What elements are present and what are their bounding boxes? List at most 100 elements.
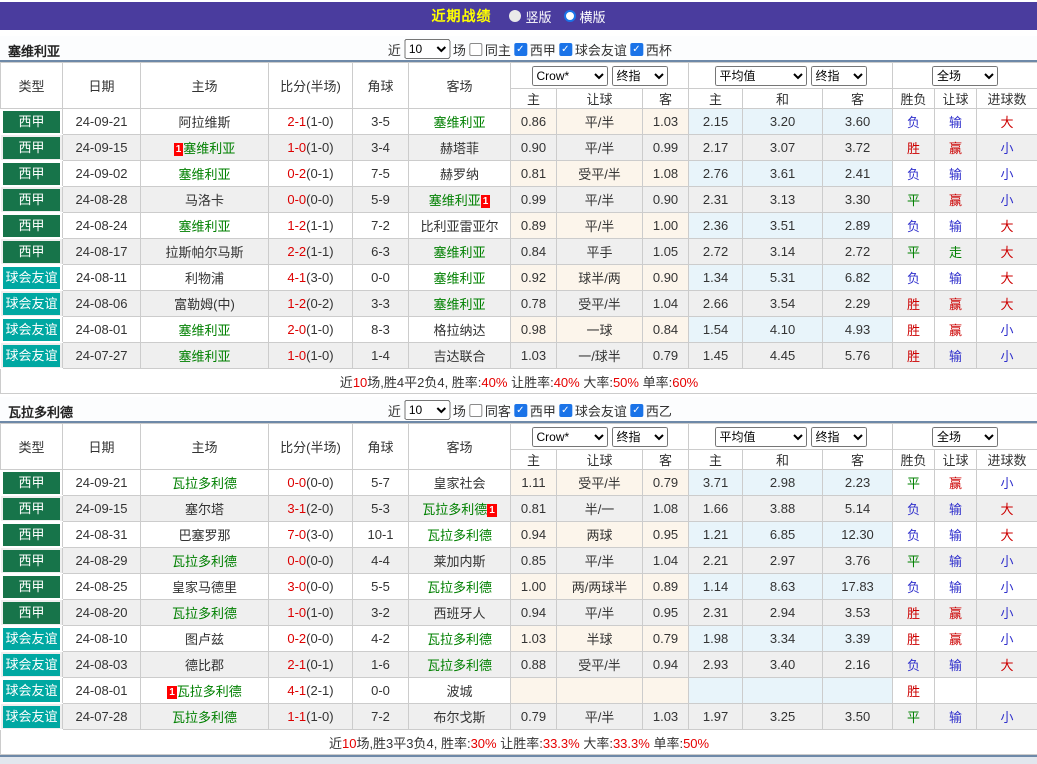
- odds-company-select[interactable]: Crow*: [532, 427, 608, 447]
- team-name-link[interactable]: 西班牙人: [433, 606, 485, 621]
- team-name-link[interactable]: 瓦拉多利德: [172, 554, 237, 569]
- team-name-link[interactable]: 赫罗纳: [440, 167, 479, 182]
- team-name-link[interactable]: 塞尔塔: [185, 502, 224, 517]
- fulltime-select[interactable]: 全场: [932, 427, 998, 447]
- team-name-link[interactable]: 德比郡: [185, 658, 224, 673]
- halftime-score: (0-2): [306, 296, 333, 311]
- same-venue-checkbox[interactable]: [469, 404, 482, 417]
- odds-final-select[interactable]: 终指: [612, 66, 668, 86]
- league-filter-checkbox[interactable]: [514, 43, 527, 56]
- section-header: 塞维利亚 近10场同主西甲球会友谊西杯: [0, 36, 1037, 62]
- recent-count-select[interactable]: 10: [404, 39, 450, 59]
- league-filter-checkbox[interactable]: [630, 404, 643, 417]
- fulltime-score: 2-0: [287, 322, 306, 337]
- team-name-link[interactable]: 吉达联合: [433, 349, 485, 364]
- avg-home-cell: 1.54: [689, 317, 743, 343]
- avg-away-cell: 3.39: [823, 626, 893, 652]
- team-name-link[interactable]: 瓦拉多利德: [427, 580, 492, 595]
- team-name-link[interactable]: 塞维利亚: [178, 349, 230, 364]
- team-name-link[interactable]: 格拉纳达: [433, 323, 485, 338]
- sub-avg-draw-header: 和: [743, 89, 823, 109]
- avg-final-select[interactable]: 终指: [811, 427, 867, 447]
- team-name-link[interactable]: 富勒姆(中): [174, 297, 235, 312]
- team-name-link[interactable]: 瓦拉多利德: [172, 606, 237, 621]
- team-name-link[interactable]: 塞维利亚: [433, 245, 485, 260]
- league-filter-checkbox[interactable]: [514, 404, 527, 417]
- odds-company-select[interactable]: Crow*: [532, 66, 608, 86]
- result-handicap-cell: 赢: [935, 317, 977, 343]
- avg-draw-cell: 3.25: [743, 704, 823, 730]
- team-name-link[interactable]: 波城: [446, 684, 472, 699]
- radio-vertical[interactable]: 竖版: [509, 7, 551, 26]
- team-name-link[interactable]: 马洛卡: [185, 193, 224, 208]
- league-filter-checkbox[interactable]: [559, 43, 572, 56]
- away-team-cell: 塞维利亚: [409, 109, 511, 135]
- result-wdl-cell: 平: [893, 548, 935, 574]
- score-cell: 1-0(1-0): [269, 135, 353, 161]
- team-name-link[interactable]: 拉斯帕尔马斯: [165, 245, 243, 260]
- team-name-link[interactable]: 赫塔菲: [440, 141, 479, 156]
- team-name-link[interactable]: 皇家马德里: [172, 580, 237, 595]
- result-wdl-cell: 胜: [893, 343, 935, 369]
- radio-unselected-icon[interactable]: [564, 10, 576, 22]
- team-name-link[interactable]: 瓦拉多利德: [427, 658, 492, 673]
- team-name-link[interactable]: 巴塞罗那: [178, 528, 230, 543]
- fulltime-group-header: 全场: [893, 63, 1037, 89]
- match-type-badge: 球会友谊: [3, 345, 60, 367]
- team-name-link[interactable]: 比利亚雷亚尔: [420, 219, 498, 234]
- match-row: 西甲24-08-20瓦拉多利德1-0(1-0)3-2西班牙人0.94平/半0.9…: [1, 600, 1037, 626]
- radio-horizontal[interactable]: 横版: [564, 7, 606, 26]
- team-name-link[interactable]: 皇家社会: [433, 476, 485, 491]
- odds-away-cell: 1.04: [643, 548, 689, 574]
- team-name-link[interactable]: 瓦拉多利德: [172, 476, 237, 491]
- result-goals-cell: 小: [977, 343, 1037, 369]
- team-name-link[interactable]: 瓦拉多利德: [427, 528, 492, 543]
- corner-cell: 4-2: [353, 626, 409, 652]
- team-name-link[interactable]: 塞维利亚: [178, 323, 230, 338]
- league-filter-checkbox[interactable]: [630, 43, 643, 56]
- match-row: 西甲24-09-21瓦拉多利德0-0(0-0)5-7皇家社会1.11受平/半0.…: [1, 470, 1037, 496]
- team-name-link[interactable]: 塞维利亚: [178, 219, 230, 234]
- avg-draw-cell: 3.61: [743, 161, 823, 187]
- result-handicap-cell: 输: [935, 109, 977, 135]
- result-goals-cell: 小: [977, 600, 1037, 626]
- team-name-link[interactable]: 塞维利亚: [433, 115, 485, 130]
- team-name-link[interactable]: 图卢兹: [185, 632, 224, 647]
- results-table: 类型 日期 主场 比分(半场) 角球 客场 Crow*终指 平均值终指 全场 主…: [0, 62, 1037, 394]
- radio-selected-icon[interactable]: [509, 10, 521, 22]
- team-name-link[interactable]: 瓦拉多利德: [427, 632, 492, 647]
- team-name-link[interactable]: 塞维利亚: [433, 297, 485, 312]
- summary-text: 场,胜4平2负4, 胜率:: [367, 375, 481, 390]
- avg-away-cell: 2.29: [823, 291, 893, 317]
- halftime-score: (0-0): [306, 192, 333, 207]
- same-venue-checkbox[interactable]: [469, 43, 482, 56]
- team-name-link[interactable]: 莱加内斯: [433, 554, 485, 569]
- avg-home-cell: 2.76: [689, 161, 743, 187]
- team-name-link[interactable]: 利物浦: [185, 271, 224, 286]
- odds-final-select[interactable]: 终指: [612, 427, 668, 447]
- date-cell: 24-08-20: [63, 600, 141, 626]
- team-name-link[interactable]: 布尔戈斯: [433, 710, 485, 725]
- odds-home-cell: 0.84: [511, 239, 557, 265]
- avg-draw-cell: 2.97: [743, 548, 823, 574]
- team-name-link[interactable]: 塞维利亚: [178, 167, 230, 182]
- avg-final-select[interactable]: 终指: [811, 66, 867, 86]
- date-cell: 24-09-21: [63, 109, 141, 135]
- odds-handicap-cell: 受平/半: [557, 161, 643, 187]
- team-name-link[interactable]: 瓦拉多利德: [177, 684, 242, 699]
- avg-home-cell: 1.97: [689, 704, 743, 730]
- team-name-link[interactable]: 塞维利亚: [429, 193, 481, 208]
- fulltime-select[interactable]: 全场: [932, 66, 998, 86]
- corner-cell: 7-2: [353, 213, 409, 239]
- league-filter-checkbox[interactable]: [559, 404, 572, 417]
- team-name-link[interactable]: 瓦拉多利德: [172, 710, 237, 725]
- recent-count-select[interactable]: 10: [404, 400, 450, 420]
- avg-select[interactable]: 平均值: [715, 66, 807, 86]
- avg-select[interactable]: 平均值: [715, 427, 807, 447]
- avg-home-cell: 1.14: [689, 574, 743, 600]
- team-name-link[interactable]: 塞维利亚: [183, 141, 235, 156]
- team-name-link[interactable]: 塞维利亚: [433, 271, 485, 286]
- summary-row: 近10场,胜3平3负4, 胜率:30% 让胜率:33.3% 大率:33.3% 单…: [1, 730, 1037, 755]
- team-name-link[interactable]: 阿拉维斯: [178, 115, 230, 130]
- team-name-link[interactable]: 瓦拉多利德: [422, 502, 487, 517]
